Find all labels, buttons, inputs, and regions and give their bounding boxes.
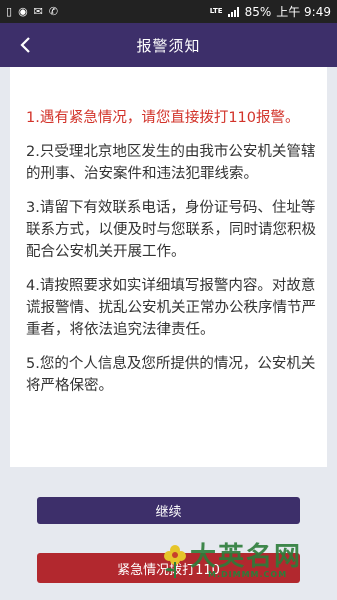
back-button[interactable] xyxy=(10,23,40,67)
page-title: 报警须知 xyxy=(136,36,201,55)
notice-item: 2.只受理北京地区发生的由我市公安机关管辖的刑事、治安案件和违法犯罪线索。 xyxy=(26,144,316,182)
system-indicators: LTE 85% 上午 9:49 xyxy=(210,3,331,20)
chat-icon: ◉ xyxy=(18,5,28,18)
status-bar: ▯ ◉ ✉ ✆ LTE 85% 上午 9:49 xyxy=(0,0,337,23)
notice-item: 1.遇有紧急情况，请您直接拨打110报警。 xyxy=(26,110,300,126)
notice-item: 4.请按照要求如实详细填写报警内容。对故意谎报警情、扰乱公安机关正常办公秩序情节… xyxy=(26,278,316,338)
network-type: LTE xyxy=(209,7,223,15)
chevron-left-icon xyxy=(20,37,30,53)
missed-call-icon: ✆ xyxy=(48,5,59,18)
clock: 上午 9:49 xyxy=(276,5,331,19)
notification-icons: ▯ ◉ ✉ ✆ xyxy=(6,5,58,18)
emergency-call-button[interactable]: 紧急情况拨打110 xyxy=(37,553,300,583)
battery-percentage: 85% xyxy=(244,4,272,19)
notice-item: 3.请留下有效联系电话，身份证号码、住址等联系方式，以便及时与您联系，同时请您积… xyxy=(26,200,316,260)
notice-card: 1.遇有紧急情况，请您直接拨打110报警。 2.只受理北京地区发生的由我市公安机… xyxy=(10,67,327,467)
notice-item: 5.您的个人信息及您所提供的情况，公安机关将严格保密。 xyxy=(26,356,316,394)
sim-icon: ▯ xyxy=(6,5,13,18)
nav-bar: 报警须知 xyxy=(0,23,337,67)
message-icon: ✉ xyxy=(33,5,43,18)
continue-button[interactable]: 继续 xyxy=(37,497,300,524)
signal-icon xyxy=(227,6,240,17)
